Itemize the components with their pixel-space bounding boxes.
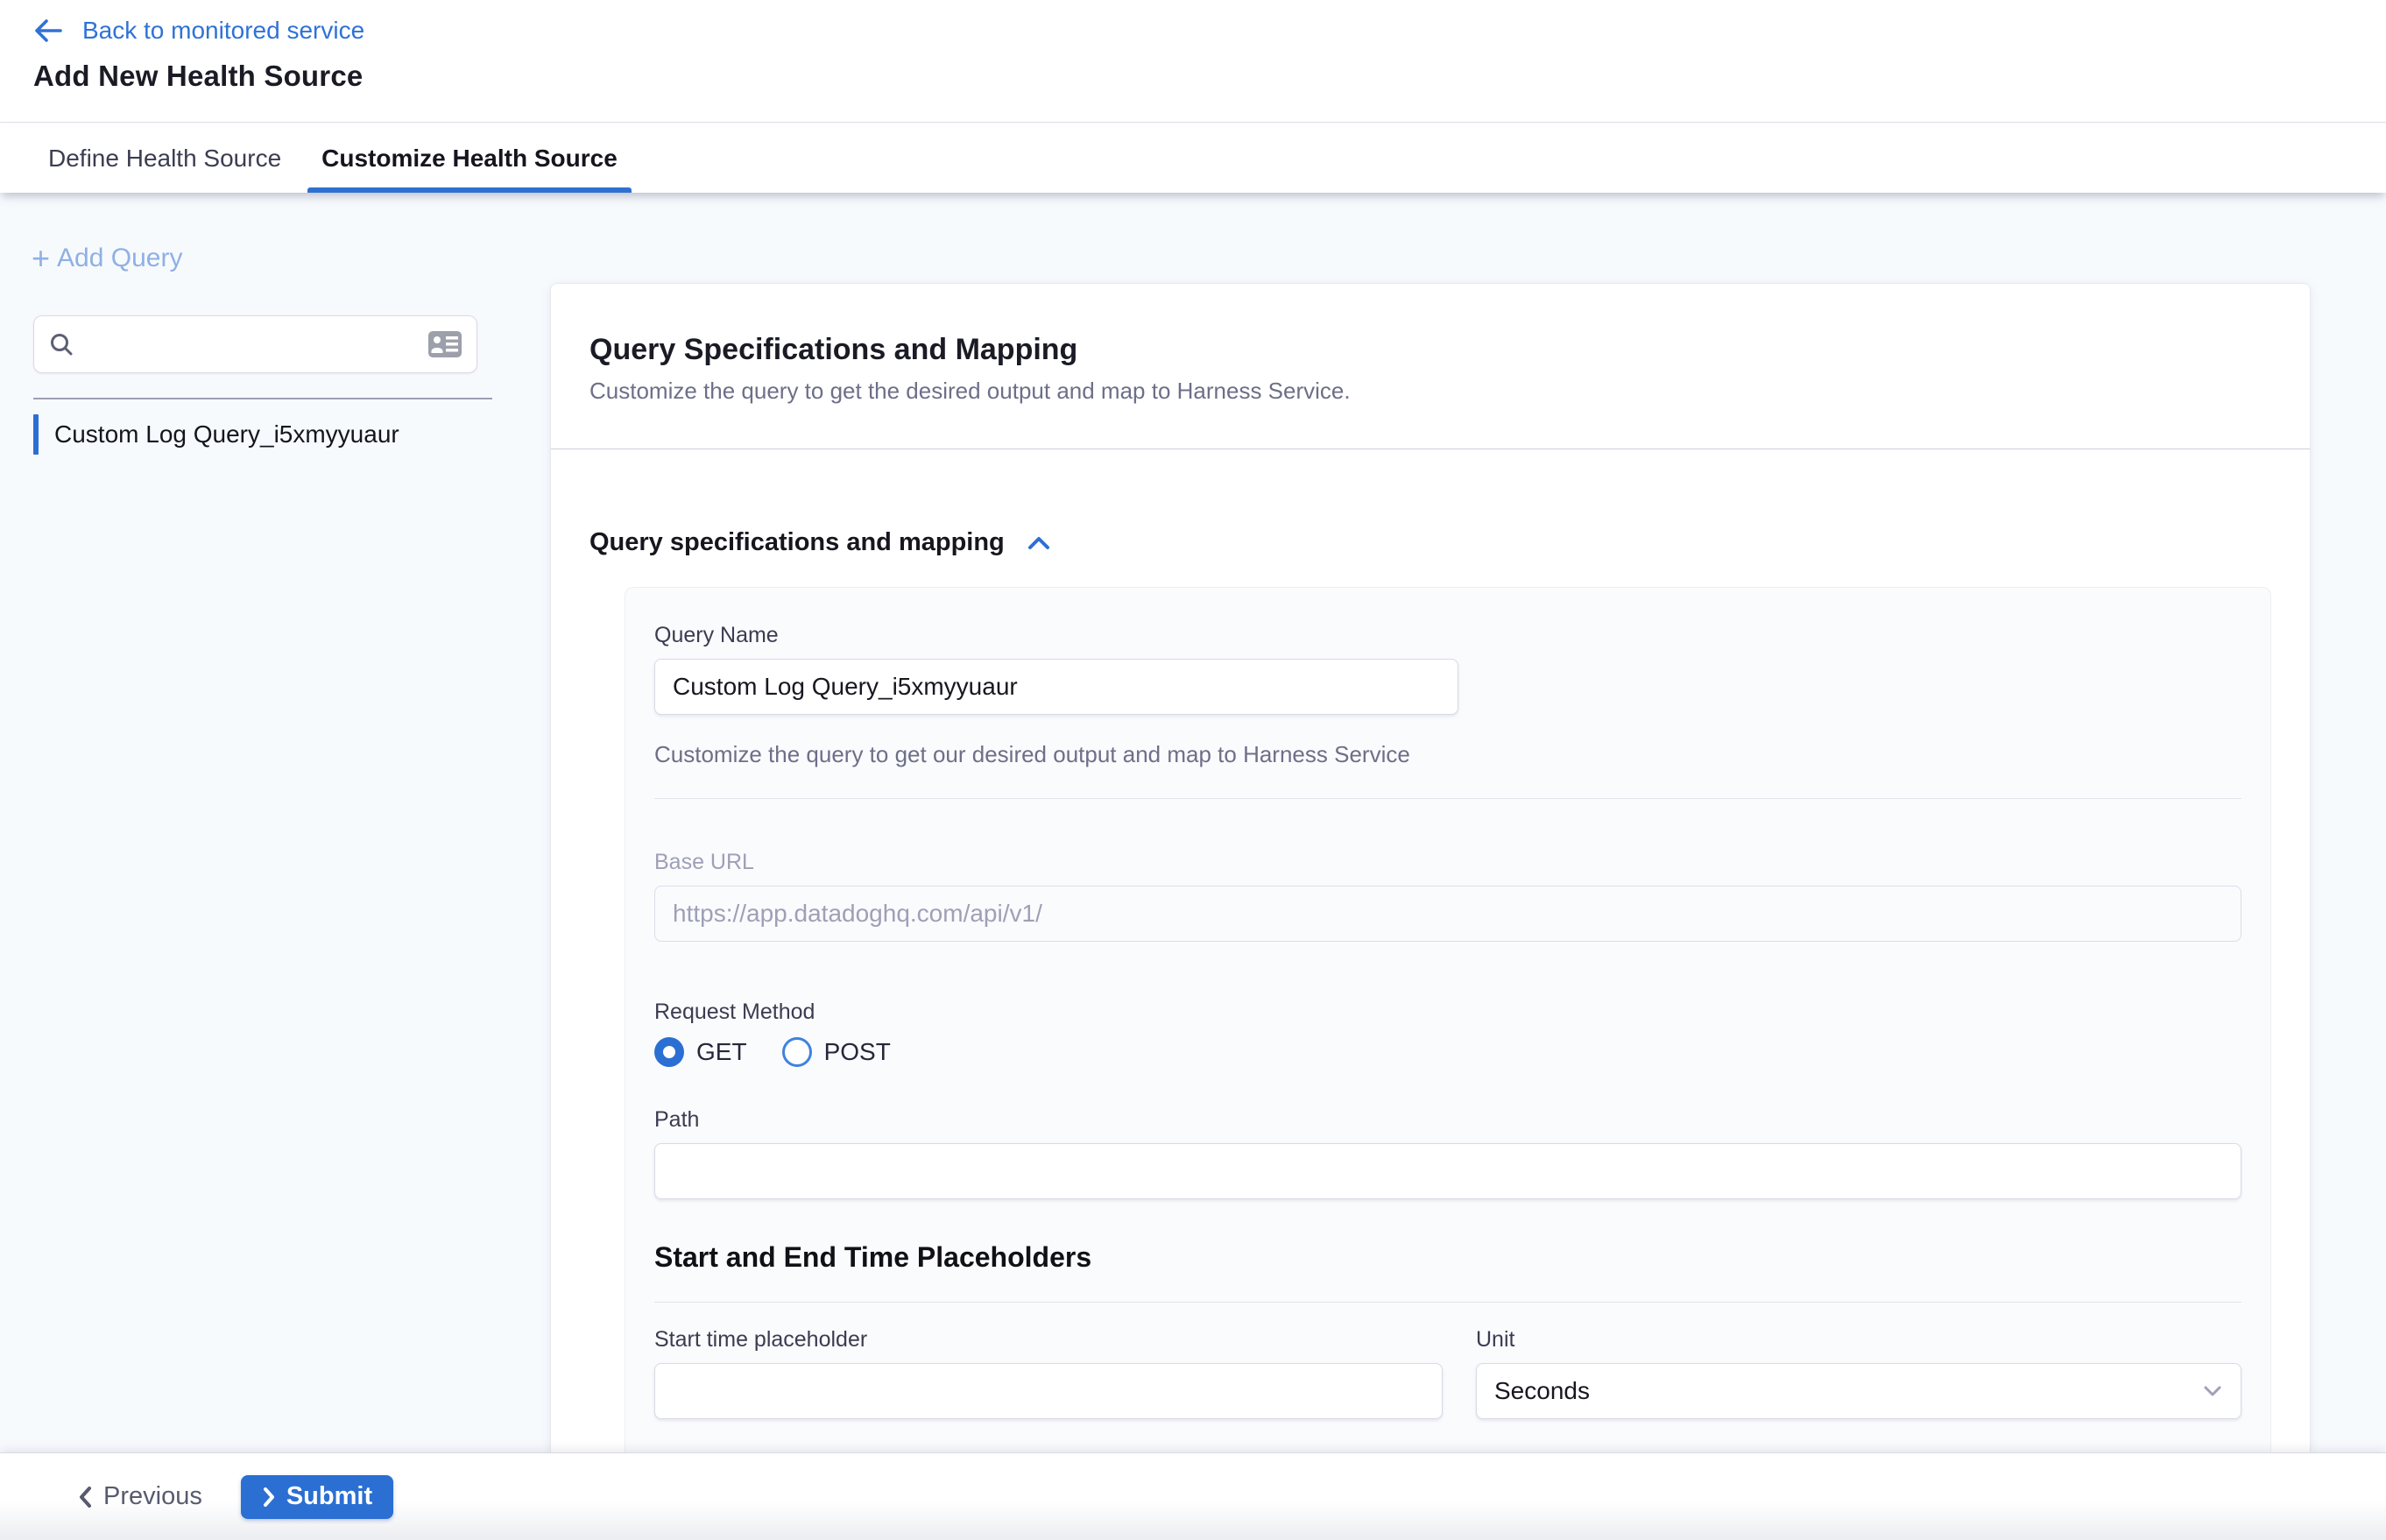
time-placeholders-title: Start and End Time Placeholders xyxy=(654,1241,2241,1274)
unit-field: Unit Seconds xyxy=(1476,1327,2241,1419)
page-title: Add New Health Source xyxy=(33,60,2386,93)
radio-get[interactable] xyxy=(654,1037,684,1067)
card-header: Query Specifications and Mapping Customi… xyxy=(551,284,2310,449)
sidebar-divider xyxy=(33,398,492,399)
card-subtitle: Customize the query to get the desired o… xyxy=(589,378,2271,405)
time-placeholders-divider xyxy=(654,1302,2241,1303)
previous-button[interactable]: Previous xyxy=(77,1482,202,1511)
start-time-field: Start time placeholder xyxy=(654,1327,1443,1419)
radio-post-label: POST xyxy=(824,1038,891,1066)
radio-get-label: GET xyxy=(696,1038,747,1066)
form-divider xyxy=(654,798,2241,799)
previous-button-label: Previous xyxy=(103,1482,202,1511)
content-area: + Add Query xyxy=(0,193,2386,1452)
query-search-input[interactable] xyxy=(83,330,419,358)
base-url-label: Base URL xyxy=(654,850,2241,875)
start-time-label: Start time placeholder xyxy=(654,1327,1443,1353)
path-label: Path xyxy=(654,1107,2241,1133)
radio-post[interactable] xyxy=(782,1037,812,1067)
query-sidebar: + Add Query xyxy=(0,193,550,1452)
page-header: Back to monitored service Add New Health… xyxy=(0,0,2386,123)
request-method-label: Request Method xyxy=(654,1000,2241,1025)
card-body: Query specifications and mapping Query N… xyxy=(551,449,2310,1452)
section-header: Query specifications and mapping xyxy=(589,528,2271,557)
unit-select-value: Seconds xyxy=(1494,1377,1590,1405)
time-placeholders-row: Start time placeholder Unit Seconds xyxy=(654,1327,2241,1419)
wizard-footer: Previous Submit xyxy=(0,1452,2386,1540)
query-item-label: Custom Log Query_i5xmyyuaur xyxy=(54,420,399,449)
unit-label: Unit xyxy=(1476,1327,2241,1353)
query-spec-card: Query Specifications and Mapping Customi… xyxy=(550,283,2311,1452)
chevron-up-icon[interactable] xyxy=(1026,534,1052,552)
chevron-left-icon xyxy=(77,1485,93,1509)
unit-select[interactable]: Seconds xyxy=(1476,1363,2241,1419)
selected-indicator xyxy=(33,414,39,455)
query-list-item[interactable]: Custom Log Query_i5xmyyuaur xyxy=(0,412,550,457)
card-title: Query Specifications and Mapping xyxy=(589,333,2271,367)
submit-button-label: Submit xyxy=(286,1482,372,1511)
base-url-input xyxy=(654,886,2241,942)
back-arrow-icon xyxy=(33,18,63,44)
add-query-button[interactable]: + Add Query xyxy=(32,244,550,273)
back-link-label[interactable]: Back to monitored service xyxy=(82,17,364,45)
plus-icon: + xyxy=(32,245,50,272)
tab-define-health-source[interactable]: Define Health Source xyxy=(48,124,281,193)
request-method-radio-group: GET POST xyxy=(654,1037,2241,1067)
section-title: Query specifications and mapping xyxy=(589,528,1005,557)
query-name-input[interactable] xyxy=(654,659,1458,715)
query-form-panel: Query Name Customize the query to get ou… xyxy=(625,587,2271,1452)
path-input[interactable] xyxy=(654,1143,2241,1199)
submit-button[interactable]: Submit xyxy=(241,1475,393,1519)
tab-customize-health-source[interactable]: Customize Health Source xyxy=(307,124,632,193)
list-view-icon[interactable] xyxy=(427,330,462,358)
add-health-source-page: Back to monitored service Add New Health… xyxy=(0,0,2386,1540)
start-time-input[interactable] xyxy=(654,1363,1443,1419)
search-icon xyxy=(48,331,74,357)
tab-bar: Define Health Source Customize Health So… xyxy=(0,124,2386,193)
add-query-label: Add Query xyxy=(57,244,182,273)
query-name-helper: Customize the query to get our desired o… xyxy=(654,741,2241,768)
chevron-down-icon xyxy=(2202,1384,2223,1398)
query-name-label: Query Name xyxy=(654,623,2241,648)
chevron-right-icon xyxy=(262,1486,276,1508)
query-search-box[interactable] xyxy=(33,315,477,373)
back-to-monitored-service[interactable]: Back to monitored service xyxy=(33,16,2386,46)
